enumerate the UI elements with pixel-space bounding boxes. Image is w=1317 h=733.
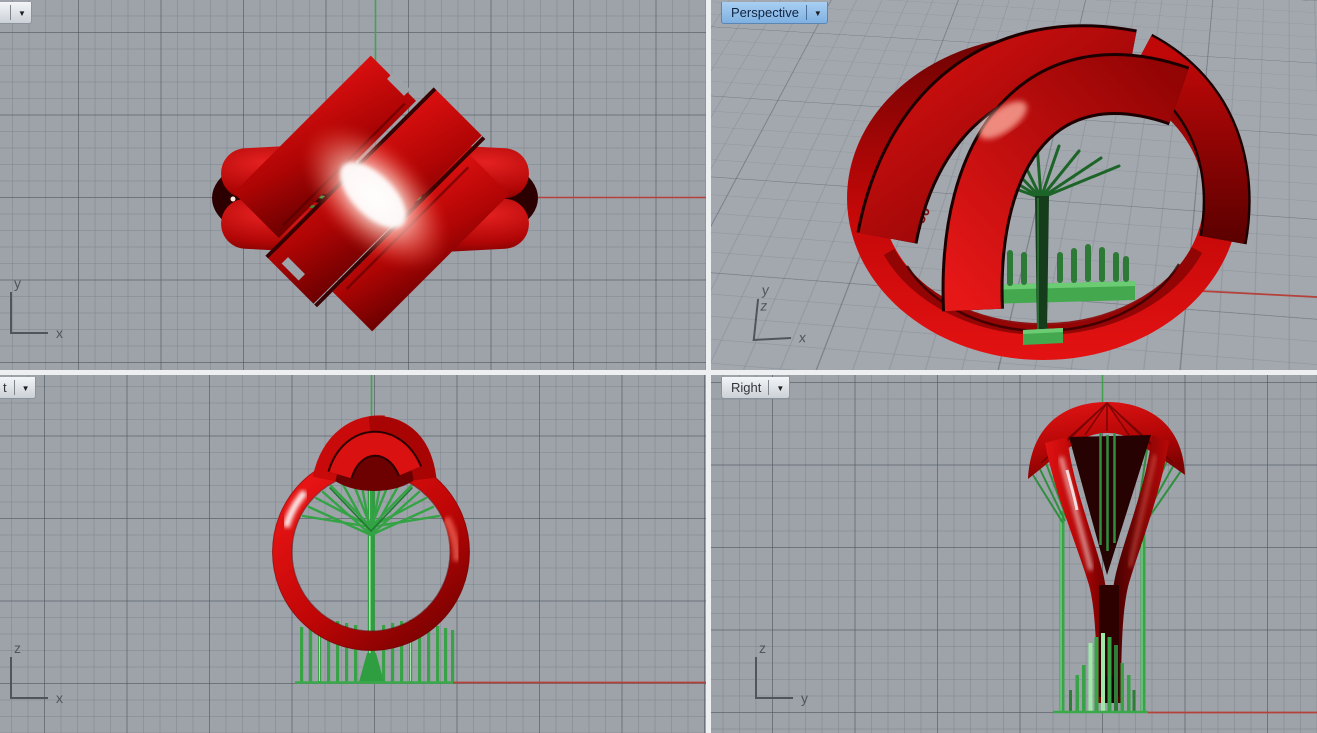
support-pillars <box>1069 633 1136 712</box>
model-top-view[interactable] <box>0 0 706 370</box>
chip-separator <box>768 380 769 395</box>
chip-separator <box>806 5 807 20</box>
axis-horizontal-label: x <box>56 690 63 706</box>
viewport-title-right[interactable]: Right ▼ <box>721 377 790 399</box>
viewport-title-label: t <box>3 380 7 395</box>
viewport-front[interactable]: t ▼ z x <box>0 375 706 733</box>
model-front-view[interactable] <box>0 375 706 733</box>
viewport-right[interactable]: Right ▼ z y <box>711 375 1317 733</box>
chevron-down-icon[interactable]: ▼ <box>22 385 30 393</box>
axis-indicator: y x <box>10 292 48 334</box>
model-right-view[interactable] <box>711 375 1317 733</box>
chip-separator <box>10 5 11 20</box>
chip-separator <box>14 380 15 395</box>
cad-four-viewport-workspace: ▼ y x <box>0 0 1317 733</box>
axis-vertical-label: z <box>14 640 21 656</box>
viewport-title-label: Perspective <box>731 5 799 20</box>
axis-indicator: y z x <box>753 297 796 341</box>
viewport-title-perspective[interactable]: Perspective ▼ <box>721 2 828 24</box>
viewport-perspective[interactable]: 750 <box>711 0 1317 370</box>
chevron-down-icon[interactable]: ▼ <box>776 385 784 393</box>
axis-horizontal-label: x <box>56 325 63 341</box>
viewport-title-top[interactable]: ▼ <box>0 2 32 24</box>
viewport-title-label: Right <box>731 380 761 395</box>
viewport-title-front[interactable]: t ▼ <box>0 377 36 399</box>
chevron-down-icon[interactable]: ▼ <box>18 10 26 18</box>
axis-vertical-label: y <box>14 275 21 291</box>
model-perspective-view[interactable]: 750 <box>711 0 1317 370</box>
chevron-down-icon[interactable]: ▼ <box>814 10 822 18</box>
axis-indicator: z y <box>755 657 793 699</box>
axis-horizontal-label: y <box>801 690 808 706</box>
viewport-top[interactable]: ▼ y x <box>0 0 706 370</box>
axis-indicator: z x <box>10 657 48 699</box>
axis-vertical-label: z <box>759 640 766 656</box>
axis-vertical2-label: z <box>760 297 769 313</box>
